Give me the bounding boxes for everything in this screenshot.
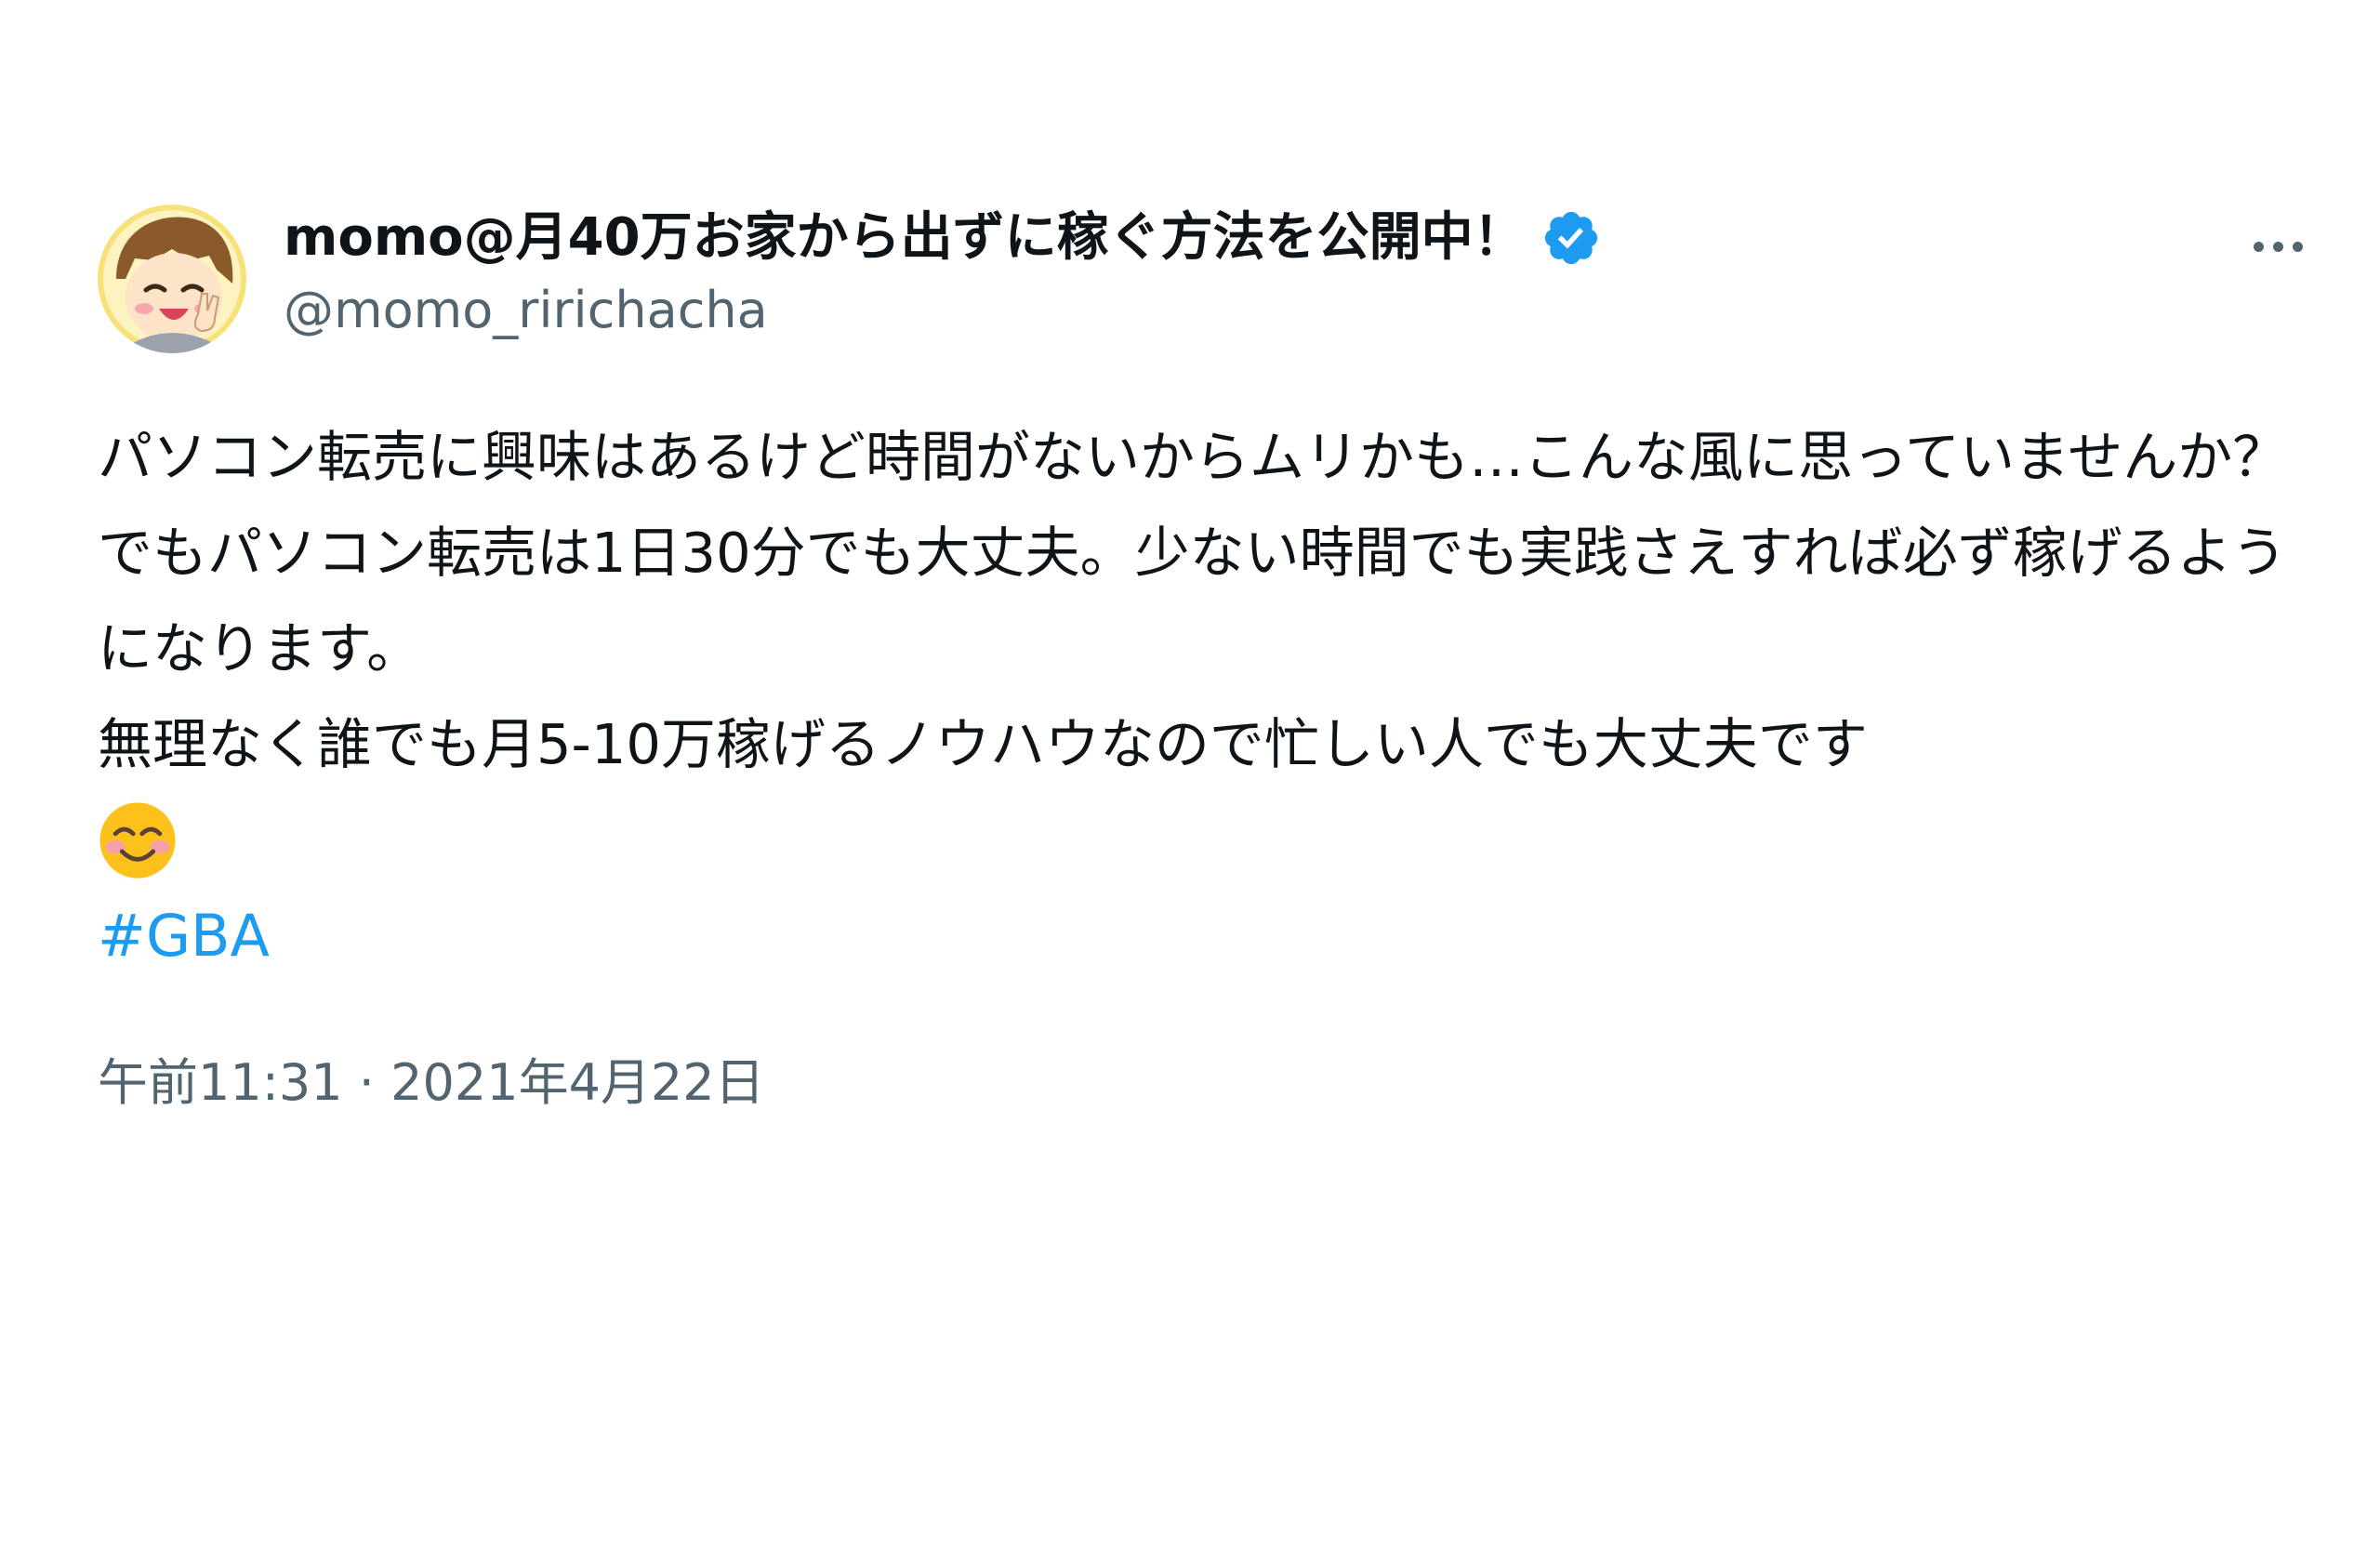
tweet-time: 午前11:31 — [98, 1053, 343, 1112]
author-block: momo@月40万お家から出ずに稼ぐ方法を公開中！ @momo_ririchac… — [284, 203, 1602, 348]
more-dots-icon — [2272, 241, 2283, 252]
tweet-time-link[interactable]: 午前11:31 · 2021年4月22日 — [98, 1053, 765, 1112]
hashtag-link[interactable]: #GBA — [98, 902, 270, 970]
handle[interactable]: @momo_ririchacha — [284, 273, 1602, 348]
tweet-text-line: 無理なく誰でも月5-10万稼げるノウハウなので忙しい人でも大丈夫です — [98, 712, 1868, 776]
tweet-card: momo@月40万お家から出ずに稼ぐ方法を公開中！ @momo_ririchac… — [98, 195, 2320, 1120]
avatar-illustration-icon — [98, 205, 246, 353]
timestamp: 午前11:31 · 2021年4月22日 — [98, 1046, 2320, 1120]
verified-badge-icon[interactable] — [1540, 207, 1602, 269]
more-options-button[interactable] — [2236, 214, 2320, 279]
smiling-face-emoji-icon — [99, 801, 176, 879]
timestamp-separator: · — [358, 1053, 375, 1112]
tweet-text-line: でもパソコン転売は1日30分でも大丈夫。少ない時間でも実践さえすれば必ず稼げるよ… — [98, 521, 2287, 681]
more-dots-icon — [2253, 241, 2264, 252]
avatar[interactable] — [98, 205, 246, 353]
tweet-header: momo@月40万お家から出ずに稼ぐ方法を公開中！ @momo_ririchac… — [98, 195, 2320, 353]
display-name[interactable]: momo@月40万お家から出ずに稼ぐ方法を公開中！ — [284, 203, 1526, 273]
emoji-line: 😊 — [98, 792, 2320, 888]
tweet-text-line: パソコン転売に興味はあるけど時間がないからムリかも…こんな風に思っていませんか？ — [98, 425, 2288, 489]
more-dots-icon — [2292, 241, 2303, 252]
tweet-text: パソコン転売に興味はあるけど時間がないからムリかも…こんな風に思っていませんか？… — [98, 409, 2320, 984]
tweet-date: 2021年4月22日 — [390, 1053, 765, 1112]
display-name-row: momo@月40万お家から出ずに稼ぐ方法を公開中！ — [284, 203, 1602, 273]
